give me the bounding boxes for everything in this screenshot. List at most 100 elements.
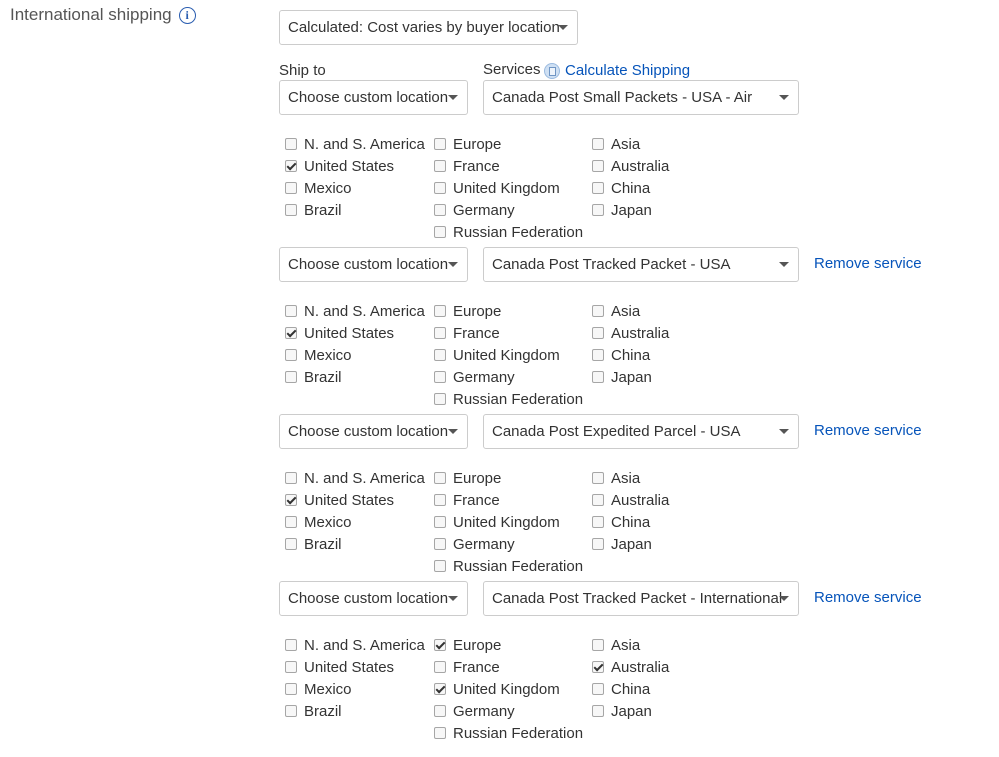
- region-option[interactable]: Russian Federation: [434, 221, 583, 243]
- checkbox[interactable]: [592, 349, 604, 361]
- region-option[interactable]: Australia: [592, 656, 669, 678]
- region-option[interactable]: N. and S. America: [285, 634, 425, 656]
- region-option[interactable]: China: [592, 511, 669, 533]
- region-option[interactable]: N. and S. America: [285, 467, 425, 489]
- checkbox-checked[interactable]: [285, 494, 297, 506]
- checkbox[interactable]: [592, 327, 604, 339]
- region-option[interactable]: Brazil: [285, 199, 425, 221]
- checkbox[interactable]: [434, 182, 446, 194]
- checkbox-checked[interactable]: [434, 683, 446, 695]
- remove-service-link[interactable]: Remove service: [814, 255, 922, 272]
- checkbox[interactable]: [434, 705, 446, 717]
- region-option[interactable]: N. and S. America: [285, 300, 425, 322]
- checkbox[interactable]: [285, 305, 297, 317]
- checkbox[interactable]: [285, 182, 297, 194]
- checkbox[interactable]: [434, 371, 446, 383]
- checkbox[interactable]: [592, 639, 604, 651]
- region-option[interactable]: Germany: [434, 199, 583, 221]
- checkbox[interactable]: [285, 705, 297, 717]
- checkbox[interactable]: [285, 349, 297, 361]
- region-option[interactable]: France: [434, 155, 583, 177]
- region-option[interactable]: Germany: [434, 366, 583, 388]
- checkbox-checked[interactable]: [285, 327, 297, 339]
- checkbox[interactable]: [434, 305, 446, 317]
- ship-to-location-select[interactable]: Choose custom location: [279, 80, 468, 115]
- region-option[interactable]: United Kingdom: [434, 511, 583, 533]
- checkbox[interactable]: [285, 661, 297, 673]
- checkbox[interactable]: [434, 472, 446, 484]
- checkbox[interactable]: [434, 538, 446, 550]
- checkbox[interactable]: [434, 349, 446, 361]
- region-option[interactable]: Europe: [434, 634, 583, 656]
- region-option[interactable]: Russian Federation: [434, 555, 583, 577]
- region-option[interactable]: United States: [285, 489, 425, 511]
- ship-to-location-select[interactable]: Choose custom location: [279, 581, 468, 616]
- region-option[interactable]: United Kingdom: [434, 177, 583, 199]
- checkbox[interactable]: [592, 494, 604, 506]
- checkbox[interactable]: [434, 138, 446, 150]
- checkbox[interactable]: [285, 538, 297, 550]
- region-option[interactable]: China: [592, 678, 669, 700]
- region-option[interactable]: United States: [285, 155, 425, 177]
- remove-service-link[interactable]: Remove service: [814, 589, 922, 606]
- checkbox[interactable]: [434, 494, 446, 506]
- region-option[interactable]: China: [592, 177, 669, 199]
- remove-service-link[interactable]: Remove service: [814, 422, 922, 439]
- region-option[interactable]: Mexico: [285, 678, 425, 700]
- checkbox[interactable]: [434, 661, 446, 673]
- checkbox[interactable]: [592, 160, 604, 172]
- region-option[interactable]: United States: [285, 656, 425, 678]
- checkbox[interactable]: [592, 182, 604, 194]
- region-option[interactable]: Mexico: [285, 511, 425, 533]
- checkbox[interactable]: [285, 138, 297, 150]
- region-option[interactable]: France: [434, 489, 583, 511]
- checkbox[interactable]: [592, 472, 604, 484]
- region-option[interactable]: Mexico: [285, 177, 425, 199]
- checkbox[interactable]: [434, 327, 446, 339]
- shipping-service-select[interactable]: Canada Post Tracked Packet - Internation…: [483, 581, 799, 616]
- checkbox[interactable]: [285, 371, 297, 383]
- checkbox[interactable]: [592, 538, 604, 550]
- checkbox[interactable]: [592, 705, 604, 717]
- region-option[interactable]: Japan: [592, 199, 669, 221]
- ship-to-location-select[interactable]: Choose custom location: [279, 414, 468, 449]
- shipping-service-select[interactable]: Canada Post Expedited Parcel - USA: [483, 414, 799, 449]
- checkbox[interactable]: [285, 639, 297, 651]
- checkbox[interactable]: [285, 516, 297, 528]
- region-option[interactable]: Australia: [592, 322, 669, 344]
- region-option[interactable]: Russian Federation: [434, 388, 583, 410]
- checkbox-checked[interactable]: [434, 639, 446, 651]
- shipping-service-select[interactable]: Canada Post Small Packets - USA - Air: [483, 80, 799, 115]
- checkbox[interactable]: [285, 204, 297, 216]
- region-option[interactable]: Japan: [592, 533, 669, 555]
- region-option[interactable]: Germany: [434, 700, 583, 722]
- region-option[interactable]: United Kingdom: [434, 344, 583, 366]
- region-option[interactable]: Australia: [592, 155, 669, 177]
- checkbox[interactable]: [434, 226, 446, 238]
- checkbox[interactable]: [592, 204, 604, 216]
- checkbox[interactable]: [592, 371, 604, 383]
- region-option[interactable]: Asia: [592, 634, 669, 656]
- region-option[interactable]: United Kingdom: [434, 678, 583, 700]
- region-option[interactable]: Europe: [434, 133, 583, 155]
- checkbox[interactable]: [434, 204, 446, 216]
- shipping-service-select[interactable]: Canada Post Tracked Packet - USA: [483, 247, 799, 282]
- region-option[interactable]: Australia: [592, 489, 669, 511]
- checkbox[interactable]: [434, 516, 446, 528]
- checkbox[interactable]: [285, 683, 297, 695]
- cost-type-select[interactable]: Calculated: Cost varies by buyer locatio…: [279, 10, 578, 45]
- region-option[interactable]: France: [434, 322, 583, 344]
- checkbox-checked[interactable]: [592, 661, 604, 673]
- region-option[interactable]: Brazil: [285, 366, 425, 388]
- region-option[interactable]: Europe: [434, 300, 583, 322]
- checkbox[interactable]: [592, 683, 604, 695]
- checkbox[interactable]: [592, 305, 604, 317]
- checkbox-checked[interactable]: [285, 160, 297, 172]
- region-option[interactable]: France: [434, 656, 583, 678]
- region-option[interactable]: United States: [285, 322, 425, 344]
- region-option[interactable]: Japan: [592, 700, 669, 722]
- ship-to-location-select[interactable]: Choose custom location: [279, 247, 468, 282]
- region-option[interactable]: Russian Federation: [434, 722, 583, 744]
- checkbox[interactable]: [285, 472, 297, 484]
- calculate-shipping-link[interactable]: Calculate Shipping: [544, 62, 690, 79]
